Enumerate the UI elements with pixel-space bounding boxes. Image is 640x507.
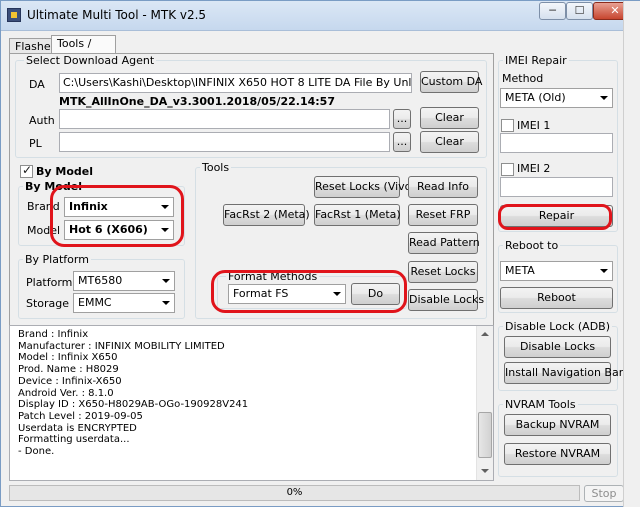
- progress-bar: 0%: [9, 485, 580, 501]
- imei2-label[interactable]: IMEI 2: [517, 162, 550, 175]
- model-select-value: Hot 6 (X606): [69, 223, 148, 236]
- title-bar[interactable]: Ultimate Multi Tool - MTK v2.5 ─ ☐ ✕: [1, 1, 639, 31]
- restore-nvram-button[interactable]: Restore NVRAM: [504, 443, 611, 465]
- format-methods-group-label: Format Methods: [226, 270, 320, 283]
- model-label: Model: [27, 224, 61, 237]
- adb-disable-locks-button[interactable]: Disable Locks: [504, 336, 611, 358]
- facrst2-meta-button[interactable]: FacRst 2 (Meta): [223, 204, 310, 226]
- log-line: Patch Level : 2019-09-05: [18, 410, 143, 422]
- scroll-thumb[interactable]: [478, 412, 492, 458]
- disable-lock-adb-group-label: Disable Lock (ADB): [503, 320, 613, 333]
- read-info-button[interactable]: Read Info: [408, 176, 478, 198]
- window-title: Ultimate Multi Tool - MTK v2.5: [27, 8, 207, 22]
- log-scrollbar[interactable]: [476, 326, 493, 480]
- by-model-checkbox[interactable]: [20, 163, 33, 178]
- log-line: Model : Infinix X650: [18, 352, 118, 364]
- storage-select[interactable]: EMMC: [73, 293, 175, 313]
- log-line: Device : Infinix-X650: [18, 375, 122, 387]
- right-panel: IMEI Repair Method META (Old) IMEI 1 IME…: [498, 53, 623, 481]
- brand-select[interactable]: Infinix: [64, 197, 174, 217]
- imei-repair-button[interactable]: Repair: [500, 205, 613, 227]
- imei1-label[interactable]: IMEI 1: [517, 119, 550, 132]
- facrst1-meta-button[interactable]: FacRst 1 (Meta): [314, 204, 401, 226]
- model-select[interactable]: Hot 6 (X606): [64, 220, 174, 240]
- imei1-checkbox[interactable]: [501, 119, 514, 132]
- pl-label: PL: [29, 137, 42, 150]
- pl-browse-button[interactable]: ...: [393, 132, 411, 152]
- log-line: Prod. Name : H8029: [18, 364, 119, 376]
- by-model-group-label: By Model: [23, 180, 84, 193]
- log-lines: Brand : Infinix Manufacturer : INFINIX MO…: [18, 329, 468, 458]
- platform-select[interactable]: MT6580: [73, 271, 175, 291]
- imei-repair-group-label: IMEI Repair: [503, 54, 569, 67]
- log-line: - Done.: [18, 446, 55, 458]
- platform-select-value: MT6580: [78, 274, 123, 287]
- reboot-target-select[interactable]: META: [500, 261, 613, 281]
- tools-group-label: Tools: [200, 161, 232, 174]
- auth-label: Auth: [29, 114, 55, 127]
- do-button[interactable]: Do: [351, 283, 400, 305]
- reset-frp-button[interactable]: Reset FRP: [408, 204, 478, 226]
- chevron-down-icon: [596, 262, 612, 280]
- minimize-button[interactable]: ─: [539, 2, 566, 20]
- app-window: Ultimate Multi Tool - MTK v2.5 ─ ☐ ✕ Fla…: [0, 0, 640, 507]
- log-line: Formatting userdata...: [18, 434, 130, 446]
- reset-locks-button[interactable]: Reset Locks: [408, 261, 478, 283]
- nvram-tools-group-label: NVRAM Tools: [503, 398, 578, 411]
- imei-method-value: META (Old): [505, 91, 566, 104]
- imei2-checkbox[interactable]: [501, 163, 514, 176]
- chevron-down-icon: [157, 221, 173, 239]
- method-label: Method: [502, 72, 544, 85]
- chevron-down-icon: [158, 272, 174, 290]
- imei2-field[interactable]: [500, 177, 613, 197]
- pl-field[interactable]: [59, 132, 390, 152]
- by-model-checkbox-label[interactable]: By Model: [36, 165, 93, 178]
- install-navigation-bar-button[interactable]: Install Navigation Bar: [504, 362, 623, 384]
- auth-field[interactable]: [59, 109, 390, 129]
- custom-da-button[interactable]: Custom DA: [420, 71, 482, 93]
- log-output[interactable]: Brand : Infinix Manufacturer : INFINIX MO…: [9, 325, 494, 481]
- log-line: Display ID : X650-H8029AB-OGo-190928V241: [18, 399, 249, 411]
- format-method-select[interactable]: Format FS: [228, 284, 346, 304]
- format-method-value: Format FS: [233, 287, 289, 300]
- chevron-down-icon: [329, 285, 345, 303]
- brand-select-value: Infinix: [69, 200, 108, 213]
- read-pattern-button[interactable]: Read Pattern: [408, 232, 480, 254]
- log-line: Manufacturer : INFINIX MOBILITY LIMITED: [18, 340, 225, 352]
- da-name-label: MTK_AllInOne_DA_v3.3001.2018/05/22.14:57: [59, 95, 335, 108]
- log-line: Userdata is ENCRYPTED: [18, 422, 137, 434]
- backup-nvram-button[interactable]: Backup NVRAM: [504, 414, 611, 436]
- platform-label: Platform: [26, 276, 73, 289]
- maximize-button[interactable]: ☐: [566, 2, 593, 20]
- brand-label: Brand: [27, 200, 60, 213]
- tab-tools-frp[interactable]: Tools / FRP: [51, 35, 116, 65]
- log-line: Brand : Infinix: [18, 329, 89, 340]
- da-label: DA: [29, 78, 45, 91]
- stop-button[interactable]: Stop: [584, 485, 624, 502]
- chevron-down-icon: [596, 89, 612, 107]
- chevron-down-icon: [157, 198, 173, 216]
- storage-label: Storage: [26, 297, 70, 310]
- imei1-field[interactable]: [500, 133, 613, 153]
- download-agent-group-label: Select Download Agent: [24, 54, 157, 67]
- auth-clear-button[interactable]: Clear: [420, 107, 479, 129]
- imei-method-select[interactable]: META (Old): [500, 88, 613, 108]
- reboot-group-label: Reboot to: [503, 239, 561, 252]
- chevron-down-icon: [158, 294, 174, 312]
- scroll-up-icon[interactable]: [477, 326, 493, 343]
- app-logo-icon: [7, 8, 21, 22]
- pl-clear-button[interactable]: Clear: [420, 131, 479, 153]
- progress-text: 0%: [286, 487, 303, 498]
- reboot-target-value: META: [505, 264, 535, 277]
- by-platform-group-label: By Platform: [23, 253, 91, 266]
- storage-select-value: EMMC: [78, 296, 112, 309]
- disable-locks-button[interactable]: Disable Locks: [408, 289, 484, 311]
- log-line: Android Ver. : 8.1.0: [18, 387, 114, 399]
- background-scrollbar[interactable]: [623, 1, 640, 507]
- reset-locks-vivo-button[interactable]: Reset Locks (Vivo): [314, 176, 416, 198]
- auth-browse-button[interactable]: ...: [393, 109, 411, 129]
- reboot-button[interactable]: Reboot: [500, 287, 613, 309]
- scroll-down-icon[interactable]: [477, 463, 493, 480]
- da-path-field[interactable]: C:\Users\Kashi\Desktop\INFINIX X650 HOT …: [59, 73, 412, 93]
